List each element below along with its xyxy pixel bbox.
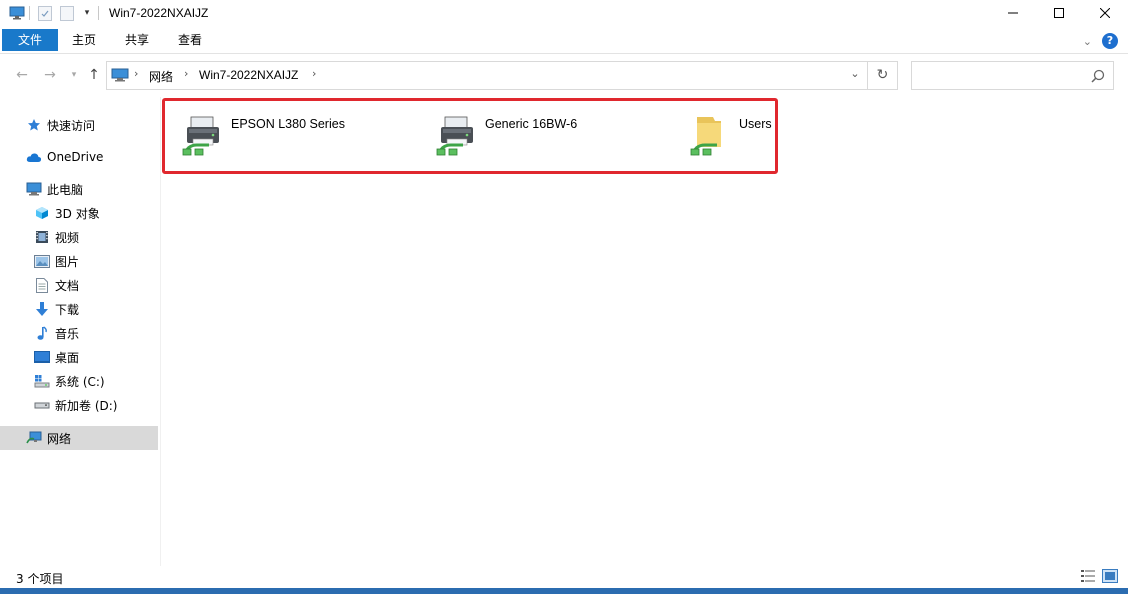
sidebar-item-label: 图片	[55, 254, 80, 269]
sidebar-item-desktop[interactable]: 桌面	[0, 345, 158, 369]
sidebar-item-label: 下载	[55, 302, 80, 317]
sidebar-item-onedrive[interactable]: OneDrive	[0, 145, 158, 169]
sidebar-item-label: 系统 (C:)	[55, 374, 105, 389]
shared-folder-icon	[687, 111, 735, 159]
chevron-down-icon[interactable]: ⌄	[847, 67, 863, 83]
shared-printer-icon	[433, 111, 481, 159]
sidebar-item-drive-d[interactable]: 新加卷 (D:)	[0, 393, 158, 417]
chevron-right-icon[interactable]: ›	[312, 67, 316, 80]
new-folder-icon[interactable]	[60, 5, 74, 21]
cloud-icon	[26, 149, 42, 165]
shared-printer-icon	[179, 111, 227, 159]
toolbar-divider	[98, 6, 99, 20]
cube-icon	[34, 205, 50, 221]
chevron-down-icon[interactable]: ▾	[80, 8, 94, 18]
maximize-icon	[1054, 8, 1064, 18]
chevron-right-icon[interactable]: ›	[134, 67, 138, 80]
minimize-button[interactable]	[990, 0, 1036, 26]
sidebar-item-label: 快速访问	[47, 118, 96, 133]
sidebar-item-this-pc[interactable]: 此电脑	[0, 177, 158, 201]
computer-icon	[111, 68, 129, 82]
forward-arrow-icon[interactable]: →	[42, 67, 58, 83]
sidebar-item-videos[interactable]: 视频	[0, 225, 158, 249]
tab-view[interactable]: 查看	[168, 29, 212, 51]
sidebar-item-label: 音乐	[55, 326, 80, 341]
sidebar-item-music[interactable]: 音乐	[0, 321, 158, 345]
search-icon[interactable]	[1091, 69, 1105, 83]
close-button[interactable]	[1082, 0, 1128, 26]
sidebar-item-label: 桌面	[55, 350, 80, 365]
ribbon-tabs: 文件 主页 共享 查看 ⌄ ?	[0, 26, 1128, 54]
sidebar-item-quick-access[interactable]: 快速访问	[0, 113, 158, 137]
properties-icon[interactable]	[38, 5, 52, 21]
sidebar-item-label: 此电脑	[47, 182, 84, 197]
desktop-icon	[34, 349, 50, 365]
sidebar-item-label: 新加卷 (D:)	[55, 398, 118, 413]
refresh-button[interactable]: ↻	[868, 61, 898, 90]
sidebar-item-label: 3D 对象	[55, 206, 100, 221]
drive-icon	[34, 397, 50, 413]
toolbar-divider	[29, 6, 30, 20]
sidebar-item-downloads[interactable]: 下载	[0, 297, 158, 321]
status-bar: 3 个项目	[0, 566, 1128, 588]
tab-home[interactable]: 主页	[62, 29, 106, 51]
recent-locations-icon[interactable]: ▾	[66, 67, 82, 83]
sidebar-item-label: 视频	[55, 230, 80, 245]
navigation-pane: 快速访问 OneDrive 此电脑 3D 对象 视频 图片 文档 下载 音乐 桌…	[0, 97, 160, 566]
windows-drive-icon	[34, 373, 50, 389]
file-list[interactable]: EPSON L380 Series Generic 16BW-6 Users	[161, 97, 1128, 566]
network-icon	[26, 430, 42, 446]
window-title: Win7-2022NXAIJZ	[109, 6, 209, 20]
sidebar-item-3d-objects[interactable]: 3D 对象	[0, 201, 158, 225]
item-name: Generic 16BW-6	[485, 117, 578, 131]
title-bar: ▾ Win7-2022NXAIJZ	[0, 0, 1128, 26]
refresh-icon: ↻	[876, 67, 889, 83]
tab-share[interactable]: 共享	[115, 29, 159, 51]
sidebar-item-label: 文档	[55, 278, 80, 293]
details-view-icon[interactable]	[1080, 569, 1096, 583]
back-arrow-icon[interactable]: ←	[14, 67, 30, 83]
document-icon	[34, 277, 50, 293]
highlight-box: EPSON L380 Series Generic 16BW-6 Users	[162, 98, 778, 174]
minimize-icon	[1008, 12, 1018, 14]
picture-icon	[34, 253, 50, 269]
star-icon	[26, 117, 42, 133]
sidebar-item-drive-c[interactable]: 系统 (C:)	[0, 369, 158, 393]
close-icon	[1100, 8, 1110, 18]
item-name: Users	[739, 117, 772, 131]
address-bar[interactable]: › 网络 › Win7-2022NXAIJZ › ⌄	[106, 61, 868, 90]
address-row: ← → ▾ ↑ › 网络 › Win7-2022NXAIJZ › ⌄ ↻	[0, 55, 1128, 97]
download-arrow-icon	[34, 301, 50, 317]
tab-file[interactable]: 文件	[2, 29, 58, 51]
item-name: EPSON L380 Series	[231, 117, 345, 131]
large-icons-view-icon[interactable]	[1102, 569, 1118, 583]
computer-icon	[26, 181, 42, 197]
help-icon[interactable]: ?	[1102, 33, 1118, 49]
breadcrumb-network[interactable]: 网络	[149, 68, 173, 85]
item-count: 3 个项目	[16, 572, 64, 586]
search-box[interactable]	[911, 61, 1114, 90]
taskbar-edge	[0, 588, 1128, 594]
sidebar-item-label: OneDrive	[47, 150, 104, 164]
chevron-right-icon[interactable]: ›	[184, 67, 188, 80]
sidebar-item-pictures[interactable]: 图片	[0, 249, 158, 273]
breadcrumb-computer[interactable]: Win7-2022NXAIJZ	[199, 68, 298, 82]
search-input[interactable]	[912, 62, 1082, 89]
music-note-icon	[34, 325, 50, 341]
sidebar-item-label: 网络	[47, 431, 72, 446]
maximize-button[interactable]	[1036, 0, 1082, 26]
sidebar-item-documents[interactable]: 文档	[0, 273, 158, 297]
computer-icon[interactable]	[9, 5, 25, 21]
sidebar-item-network[interactable]: 网络	[0, 426, 158, 450]
expand-ribbon-icon[interactable]: ⌄	[1083, 35, 1092, 48]
film-icon	[34, 229, 50, 245]
up-arrow-icon[interactable]: ↑	[86, 67, 102, 83]
